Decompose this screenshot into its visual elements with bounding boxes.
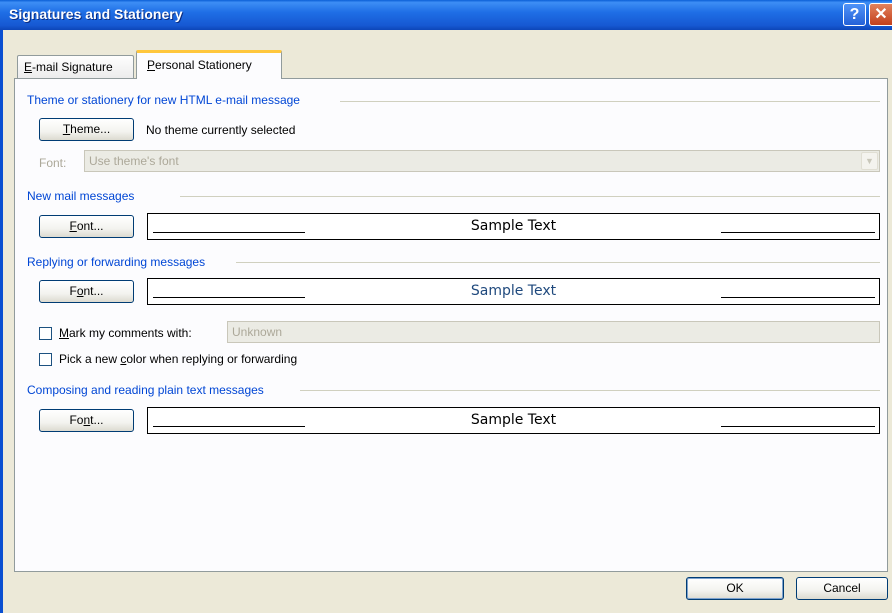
theme-button-label: heme... <box>70 122 111 136</box>
chevron-down-icon: ▼ <box>861 152 878 170</box>
plain-text-font-button-prefix: Fo <box>69 413 84 427</box>
tab-personal-stationery-access-key: P <box>147 58 156 72</box>
replying-group-divider <box>236 262 880 263</box>
tab-email-signature[interactable]: E-mail Signature <box>17 55 134 78</box>
font-label: Font: <box>39 156 67 170</box>
window-title: Signatures and Stationery <box>9 6 183 22</box>
replying-group-title: Replying or forwarding messages <box>27 255 212 269</box>
theme-font-dropdown[interactable]: Use theme's font ▼ <box>84 150 880 172</box>
tab-email-signature-label: -mail Signature <box>32 60 113 74</box>
help-icon: ? <box>849 6 860 23</box>
ok-button[interactable]: OK <box>686 577 784 600</box>
tab-personal-stationery-label: ersonal Stationery <box>155 58 252 72</box>
new-mail-group-divider <box>180 196 880 197</box>
tab-email-signature-access-key: E <box>24 60 33 74</box>
new-mail-font-button[interactable]: Font... <box>39 215 134 238</box>
close-icon: ✕ <box>874 6 888 23</box>
replying-sample-preview: Sample Text <box>147 278 880 305</box>
sample-rule-right <box>721 426 875 427</box>
new-mail-font-button-label: ont... <box>76 219 104 233</box>
theme-group-divider <box>340 101 880 102</box>
title-bar: Signatures and Stationery ? ✕ <box>0 0 892 30</box>
sample-rule-right <box>721 232 875 233</box>
tab-personal-stationery[interactable]: Personal Stationery <box>136 50 282 79</box>
sample-rule-right <box>721 297 875 298</box>
theme-group-title: Theme or stationery for new HTML e-mail … <box>27 93 306 107</box>
mark-comments-checkbox[interactable] <box>39 327 52 340</box>
pick-color-checkbox[interactable] <box>39 353 52 366</box>
theme-button[interactable]: Theme... <box>39 118 134 141</box>
mark-comments-label[interactable]: Mark my comments with: <box>59 326 192 340</box>
plain-text-font-button[interactable]: Font... <box>39 409 134 432</box>
replying-font-button-prefix: F <box>69 284 77 298</box>
plain-text-sample-preview: Sample Text <box>147 407 880 434</box>
pick-color-label[interactable]: Pick a new color when replying or forwar… <box>59 352 297 366</box>
replying-font-button[interactable]: Font... <box>39 280 134 303</box>
mark-comments-label-text: ark my comments with: <box>69 326 192 340</box>
replying-font-button-label: nt... <box>83 284 104 298</box>
pick-color-label-prefix: Pick a new <box>59 352 121 366</box>
theme-status-text: No theme currently selected <box>146 123 296 137</box>
replying-font-button-access-key: o <box>76 284 84 298</box>
new-mail-sample-preview: Sample Text <box>147 213 880 240</box>
window-frame-left <box>0 30 3 613</box>
new-mail-group-title: New mail messages <box>27 189 141 203</box>
mark-comments-input[interactable]: Unknown <box>227 321 880 343</box>
cancel-button[interactable]: Cancel <box>796 577 888 600</box>
close-button[interactable]: ✕ <box>869 3 892 26</box>
theme-font-dropdown-value: Use theme's font <box>89 154 179 168</box>
plain-text-group-divider <box>300 390 880 391</box>
pick-color-label-text: olor when replying or forwarding <box>126 352 298 366</box>
mark-comments-access-key: M <box>59 326 69 340</box>
plain-text-font-button-label: t... <box>90 413 104 427</box>
help-button[interactable]: ? <box>843 3 866 26</box>
plain-text-group-title: Composing and reading plain text message… <box>27 383 270 397</box>
new-mail-font-button-access-key: F <box>69 219 77 233</box>
